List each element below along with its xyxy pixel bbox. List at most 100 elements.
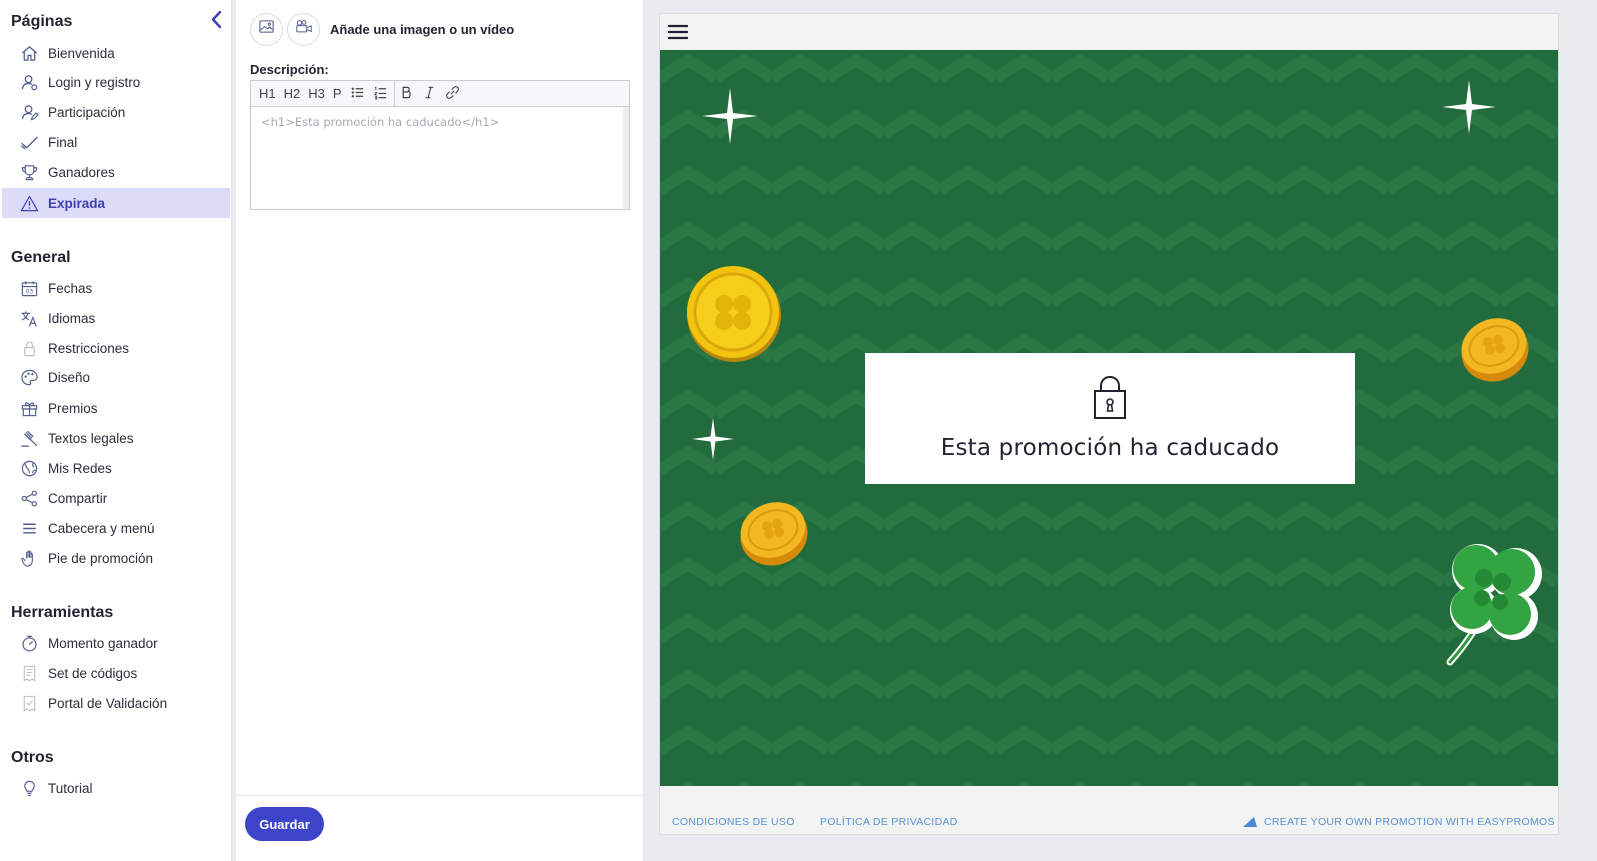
sparkle-icon bbox=[702, 88, 758, 144]
svg-text:03: 03 bbox=[25, 289, 33, 295]
section-title-general: General bbox=[11, 249, 71, 266]
sidebar-item-bienvenida[interactable]: Bienvenida bbox=[2, 38, 230, 68]
gavel-icon bbox=[19, 428, 39, 448]
sidebar-item-expirada[interactable]: Expirada bbox=[2, 188, 230, 218]
sidebar-item-label: Final bbox=[48, 134, 78, 150]
sidebar-item-final[interactable]: Final bbox=[2, 127, 230, 157]
h2-button[interactable]: H2 bbox=[280, 81, 305, 107]
sparkle-icon bbox=[692, 418, 734, 460]
sidebar-item-label: Fechas bbox=[48, 280, 93, 296]
promotion-preview: Esta promoción ha caducado CONDICIONES D… bbox=[659, 13, 1559, 835]
sidebar-item-label: Idiomas bbox=[48, 310, 96, 326]
sidebar-item-premios[interactable]: Premios bbox=[2, 393, 230, 423]
h1-button[interactable]: H1 bbox=[255, 81, 280, 107]
easypromos-link-label: CREATE YOUR OWN PROMOTION WITH EASYPROMO… bbox=[1264, 816, 1555, 828]
sidebar-item-label: Ganadores bbox=[48, 164, 115, 180]
palette-icon bbox=[19, 367, 39, 387]
sidebar-item-tutorial[interactable]: Tutorial bbox=[2, 773, 230, 803]
sidebar-item-idiomas[interactable]: Idiomas bbox=[2, 303, 230, 333]
section-title-otros: Otros bbox=[11, 749, 54, 766]
sidebar-item-label: Portal de Validación bbox=[48, 695, 168, 711]
user-edit-icon bbox=[19, 102, 39, 122]
save-button[interactable]: Guardar bbox=[245, 807, 324, 841]
editor-content-text: <h1>Esta promoción ha caducado</h1> bbox=[261, 115, 500, 129]
editor-toolbar: H1 H2 H3 P bbox=[251, 80, 629, 107]
media-label: Añade una imagen o un vídeo bbox=[330, 21, 515, 37]
sidebar-item-label: Bienvenida bbox=[48, 45, 115, 61]
add-video-button[interactable] bbox=[287, 12, 320, 46]
sidebar-item-label: Diseño bbox=[48, 369, 91, 385]
bold-icon bbox=[399, 85, 414, 103]
bullet-list-icon bbox=[350, 85, 365, 103]
globe-icon bbox=[19, 458, 39, 478]
stopwatch-icon bbox=[19, 633, 39, 653]
editor-panel: Añade una imagen o un vídeo Descripción:… bbox=[236, 0, 644, 861]
sidebar-item-label: Compartir bbox=[48, 490, 108, 506]
editor-content[interactable]: <h1>Esta promoción ha caducado</h1> bbox=[251, 107, 629, 209]
clover-icon bbox=[1446, 544, 1542, 666]
sidebar-item-label: Pie de promoción bbox=[48, 550, 154, 566]
h3-button[interactable]: H3 bbox=[304, 81, 329, 107]
sidebar-item-label: Premios bbox=[48, 400, 98, 416]
sidebar-item-label: Mis Redes bbox=[48, 460, 112, 476]
hand-icon bbox=[19, 548, 39, 568]
gift-icon bbox=[19, 398, 39, 418]
link-button[interactable] bbox=[441, 81, 464, 107]
sidebar-item-login[interactable]: Login y registro bbox=[2, 67, 230, 97]
sidebar-item-textos-legales[interactable]: Textos legales bbox=[2, 423, 230, 453]
collapse-sidebar-icon[interactable] bbox=[207, 9, 229, 31]
sidebar-item-fechas[interactable]: 03 Fechas bbox=[2, 273, 230, 303]
codes-icon bbox=[19, 663, 39, 683]
warning-icon bbox=[19, 193, 39, 213]
privacy-link[interactable]: POLÍTICA DE PRIVACIDAD bbox=[820, 816, 958, 828]
padlock-icon bbox=[1094, 375, 1126, 419]
expired-message-card: Esta promoción ha caducado bbox=[865, 353, 1355, 484]
image-icon bbox=[258, 18, 275, 40]
lock-icon bbox=[19, 338, 39, 358]
sidebar-item-label: Participación bbox=[48, 104, 126, 120]
section-title-paginas: Páginas bbox=[11, 13, 73, 30]
sidebar-item-restricciones[interactable]: Restricciones bbox=[2, 333, 230, 363]
sidebar-item-label: Tutorial bbox=[48, 780, 93, 796]
sidebar-item-ganadores[interactable]: Ganadores bbox=[2, 157, 230, 187]
sidebar-item-set-codigos[interactable]: Set de códigos bbox=[2, 658, 230, 688]
sidebar-item-label: Login y registro bbox=[48, 74, 141, 90]
preview-footer: CONDICIONES DE USO POLÍTICA DE PRIVACIDA… bbox=[660, 786, 1558, 834]
numbered-list-button[interactable] bbox=[369, 80, 395, 107]
numbered-list-icon bbox=[373, 85, 388, 103]
terms-link[interactable]: CONDICIONES DE USO bbox=[672, 816, 795, 828]
share-icon bbox=[19, 488, 39, 508]
hamburger-menu-icon[interactable] bbox=[667, 23, 689, 41]
rich-text-editor: H1 H2 H3 P <h1>Esta promoción ha caducad… bbox=[250, 80, 630, 210]
sidebar-item-mis-redes[interactable]: Mis Redes bbox=[2, 453, 230, 483]
sidebar-item-label: Momento ganador bbox=[48, 635, 158, 651]
sidebar-item-diseno[interactable]: Diseño bbox=[2, 362, 230, 392]
italic-button[interactable] bbox=[418, 81, 441, 107]
trophy-icon bbox=[19, 162, 39, 182]
sidebar-item-pie-promocion[interactable]: Pie de promoción bbox=[2, 543, 230, 573]
add-image-button[interactable] bbox=[250, 12, 283, 46]
paragraph-button[interactable]: P bbox=[329, 81, 346, 107]
editor-footer: Guardar bbox=[236, 795, 644, 861]
sidebar-item-momento-ganador[interactable]: Momento ganador bbox=[2, 628, 230, 658]
sidebar-item-label: Set de códigos bbox=[48, 665, 138, 681]
bullet-list-button[interactable] bbox=[346, 81, 369, 107]
sparkle-icon bbox=[1442, 80, 1496, 134]
editor-scrollbar[interactable] bbox=[623, 107, 629, 209]
sidebar-item-compartir[interactable]: Compartir bbox=[2, 483, 230, 513]
bold-button[interactable] bbox=[395, 81, 418, 107]
menu-icon bbox=[19, 518, 39, 538]
translate-icon bbox=[19, 308, 39, 328]
sidebar-item-participacion[interactable]: Participación bbox=[2, 97, 230, 127]
sidebar-item-label: Restricciones bbox=[48, 340, 130, 356]
gold-coin-icon bbox=[740, 502, 808, 566]
gold-coin-icon bbox=[1461, 318, 1529, 382]
sidebar-item-label: Expirada bbox=[48, 195, 106, 211]
sidebar-item-cabecera-menu[interactable]: Cabecera y menú bbox=[2, 513, 230, 543]
user-settings-icon bbox=[19, 72, 39, 92]
description-label: Descripción: bbox=[250, 62, 329, 77]
sidebar-item-label: Textos legales bbox=[48, 430, 134, 446]
easypromos-link[interactable]: CREATE YOUR OWN PROMOTION WITH EASYPROMO… bbox=[1242, 816, 1555, 828]
sidebar-item-portal-validacion[interactable]: Portal de Validación bbox=[2, 688, 230, 718]
check-icon bbox=[19, 132, 39, 152]
